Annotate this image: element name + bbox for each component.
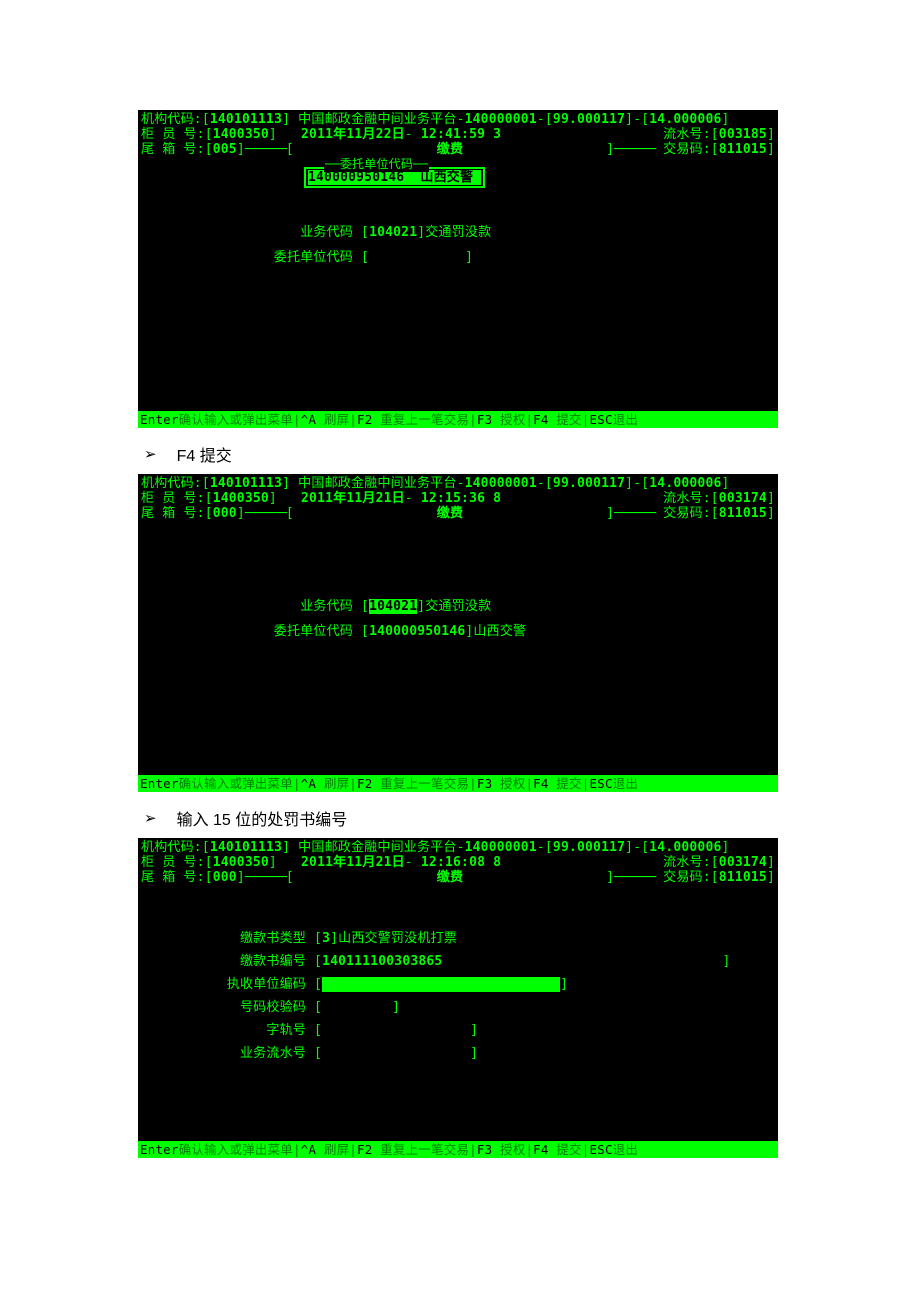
receive-unit-input[interactable] <box>322 977 560 992</box>
flow-label: 流水号: <box>663 127 711 142</box>
biz-flow-label: 业务流水号 <box>148 1046 306 1061</box>
check-code-input[interactable] <box>322 1000 392 1015</box>
book-type-name: 山西交警罚没机打票 <box>338 931 457 946</box>
time-value: 12:41:59 <box>421 127 485 142</box>
book-type-code[interactable]: 3 <box>322 931 330 946</box>
screen-title: 缴费 <box>294 142 606 157</box>
date-value: 2011年11月22日 <box>301 127 405 142</box>
popup-selected-row[interactable]: 140000950146 山西交警 <box>308 170 481 185</box>
track-no-label: 字轨号 <box>148 1023 306 1038</box>
txn-value: 811015 <box>719 142 767 157</box>
bullet-icon: ➢ <box>144 445 157 463</box>
terminal-screen-3: 机构代码: [140101113] 中国邮政金融中间业务平台- 14000000… <box>138 838 778 1158</box>
teller-label: 柜 员 号: <box>141 127 205 142</box>
header-block: 机构代码: [140101113] 中国邮政金融中间业务平台- 14000000… <box>138 110 778 157</box>
caption-1: ➢ F4 提交 <box>144 442 782 466</box>
book-no-value[interactable]: 140111100303865 <box>322 954 442 969</box>
footer-bar: Enter确认输入或弹出菜单|^A 刷屏|F2 重复上一笔交易|F3 授权|F4… <box>138 775 778 792</box>
system-title: 中国邮政金融中间业务平台- <box>298 112 464 127</box>
entrust-code-label: 委托单位代码 <box>148 250 353 265</box>
terminal-screen-2: 机构代码: [140101113] 中国邮政金融中间业务平台- 14000000… <box>138 474 778 792</box>
biz-code-value[interactable]: 104021 <box>369 599 417 614</box>
caption-2: ➢ 输入 15 位的处罚书编号 <box>144 806 782 830</box>
biz-code-name: 交通罚没款 <box>425 225 491 240</box>
biz-flow-input[interactable] <box>322 1046 470 1061</box>
teller-value: 1400350 <box>213 127 269 142</box>
check-code-label: 号码校验码 <box>148 1000 306 1015</box>
entrust-name: 山西交警 <box>473 624 526 639</box>
header-block: 机构代码: [140101113] 中国邮政金融中间业务平台- 14000000… <box>138 838 778 885</box>
biz-code-label: 业务代码 <box>148 225 353 240</box>
txn-label: 交易码: <box>663 142 711 157</box>
org-code-value: 140101113 <box>210 112 282 127</box>
bullet-icon: ➢ <box>144 809 157 827</box>
book-type-label: 缴款书类型 <box>148 931 306 946</box>
biz-code-value: 104021 <box>369 225 417 240</box>
receive-unit-label: 执收单位编码 <box>148 977 306 992</box>
footer-bar: Enter确认输入或弹出菜单|^A 刷屏|F2 重复上一笔交易|F3 授权|F4… <box>138 411 778 428</box>
terminal-screen-1: 机构代码: [140101113] 中国邮政金融中间业务平台- 14000000… <box>138 110 778 428</box>
entrust-code-input[interactable] <box>369 250 465 265</box>
flow-value: 003185 <box>719 127 767 142</box>
book-no-label: 缴款书编号 <box>148 954 306 969</box>
footer-bar: Enter确认输入或弹出菜单|^A 刷屏|F2 重复上一笔交易|F3 授权|F4… <box>138 1141 778 1158</box>
tail-label: 尾 箱 号: <box>141 142 205 157</box>
tail-value: 005 <box>213 142 237 157</box>
org-code-label: 机构代码: <box>141 112 202 127</box>
track-no-input[interactable] <box>322 1023 470 1038</box>
header-block: 机构代码: [140101113] 中国邮政金融中间业务平台- 14000000… <box>138 474 778 521</box>
entrust-popup[interactable]: ──委托单位代码── 140000950146 山西交警 <box>304 167 485 188</box>
entrust-code-value[interactable]: 140000950146 <box>369 624 465 639</box>
